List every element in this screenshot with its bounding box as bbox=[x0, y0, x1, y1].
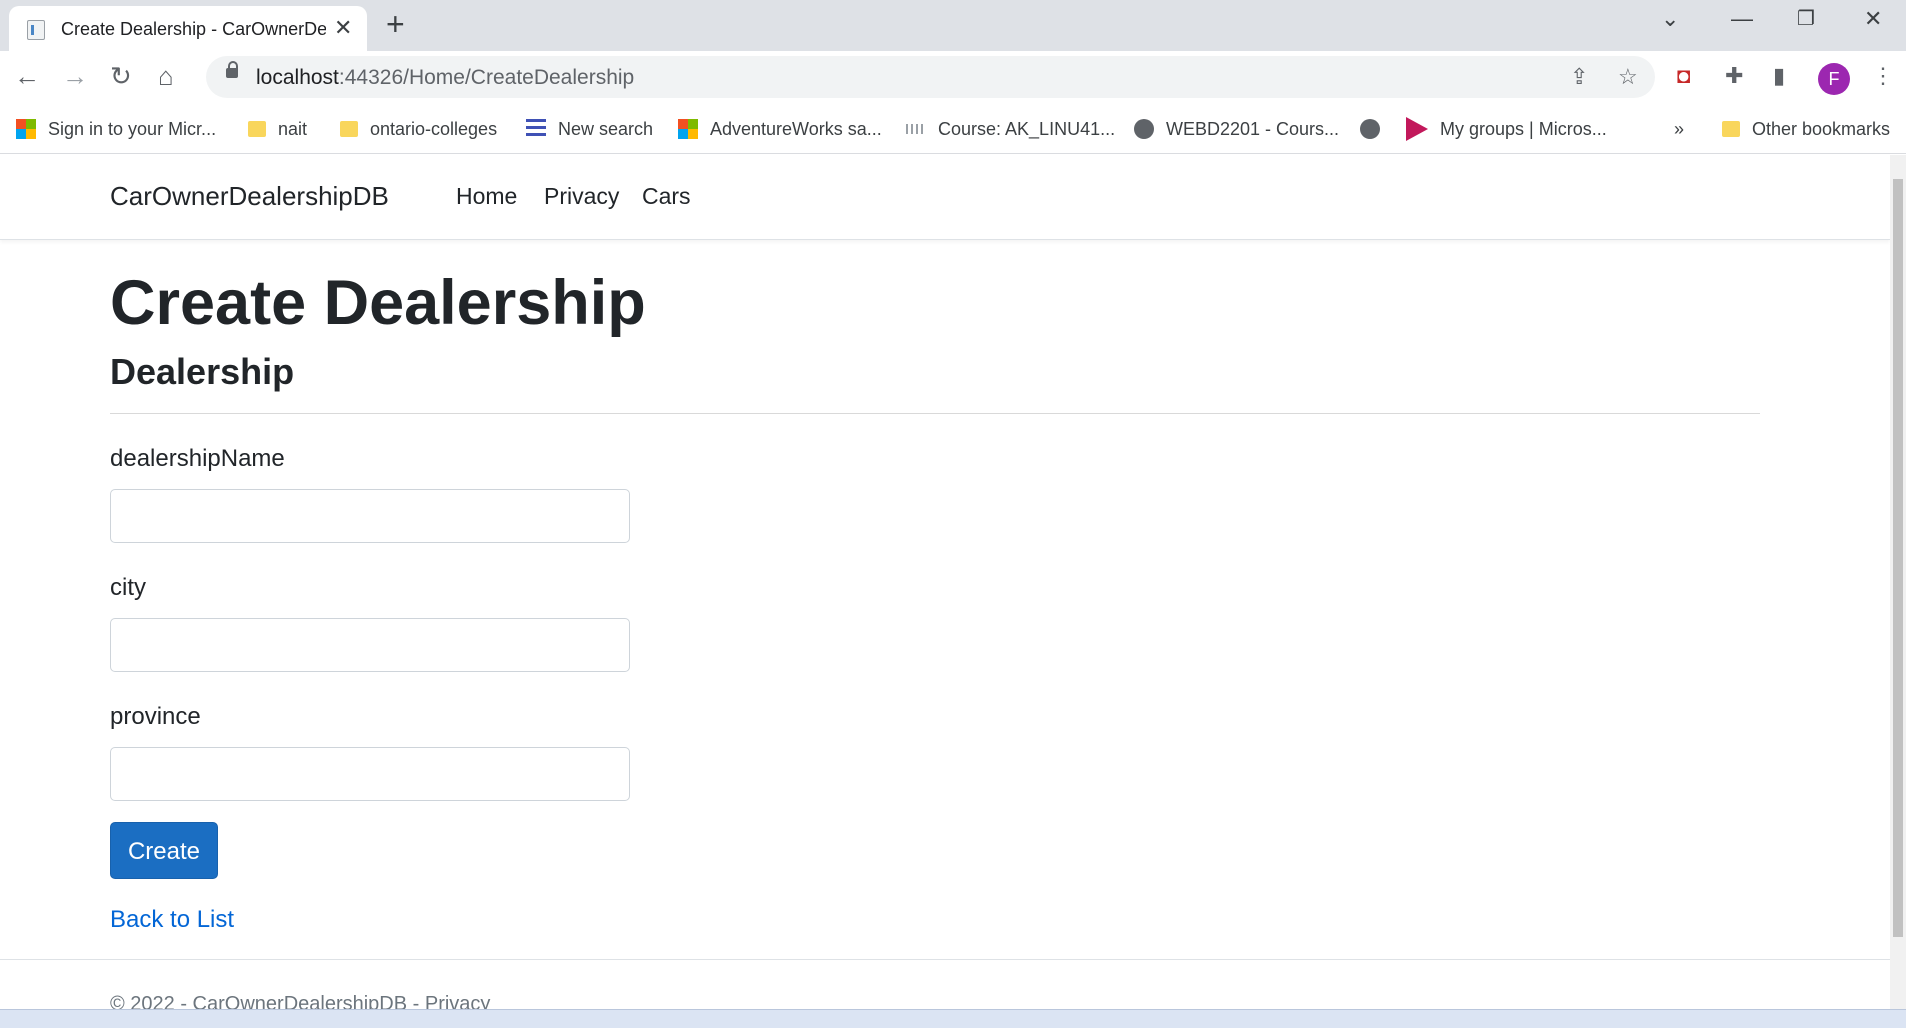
bookmark-folder[interactable]: nait bbox=[248, 116, 307, 142]
scrollbar-thumb[interactable] bbox=[1893, 179, 1903, 937]
microsoft-icon bbox=[16, 119, 36, 139]
page-favicon-icon bbox=[27, 20, 45, 40]
browser-toolbar: ← → ↻ ⌂ localhost:44326/Home/CreateDeale… bbox=[0, 51, 1906, 105]
nav-link-cars[interactable]: Cars bbox=[642, 183, 691, 210]
globe-icon bbox=[1360, 119, 1380, 139]
bookmark-label: ontario-colleges bbox=[370, 118, 498, 139]
bookmark-folder[interactable]: ontario-colleges bbox=[340, 116, 497, 142]
more-bookmarks-button[interactable]: » bbox=[1674, 116, 1684, 142]
bookmark-label: New search bbox=[558, 118, 654, 139]
share-icon[interactable]: ⇪ bbox=[1570, 64, 1588, 90]
nav-link-home[interactable]: Home bbox=[456, 183, 517, 210]
bookmarks-bar: Sign in to your Micr... nait ontario-col… bbox=[0, 105, 1906, 154]
province-label: province bbox=[110, 703, 201, 730]
microsoft-icon bbox=[678, 119, 698, 139]
tab-search-icon[interactable]: ⌄ bbox=[1661, 6, 1679, 32]
bookmark-label: Course: AK_LINU41... bbox=[938, 118, 1116, 139]
bookmark-item[interactable]: Sign in to your Micr... bbox=[16, 116, 216, 142]
site-navbar: CarOwnerDealershipDB Home Privacy Cars bbox=[0, 155, 1890, 240]
bookmark-star-icon[interactable]: ☆ bbox=[1618, 64, 1638, 90]
footer-divider bbox=[0, 959, 1890, 960]
url-path: :44326/Home/CreateDealership bbox=[338, 66, 635, 89]
bookmark-item[interactable]: WEBD2201 - Cours... bbox=[1134, 116, 1339, 142]
lock-icon[interactable] bbox=[226, 61, 238, 78]
close-tab-icon[interactable]: ✕ bbox=[334, 15, 352, 41]
page-content: CarOwnerDealershipDB Home Privacy Cars C… bbox=[0, 155, 1890, 1027]
bookmark-item[interactable] bbox=[1360, 116, 1392, 142]
bookmark-item[interactable]: Course: AK_LINU41... bbox=[906, 116, 1115, 142]
arrow-icon bbox=[1406, 117, 1428, 141]
extension-shield-icon[interactable]: ◘ bbox=[1677, 63, 1690, 89]
side-panel-icon[interactable]: ▮ bbox=[1773, 63, 1785, 89]
folder-icon bbox=[1722, 121, 1740, 137]
globe-icon bbox=[1134, 119, 1154, 139]
tab-title: Create Dealership - CarOwnerDealershipDB bbox=[61, 19, 326, 39]
dealership-name-input[interactable] bbox=[110, 489, 630, 543]
city-input[interactable] bbox=[110, 618, 630, 672]
browser-chrome: Create Dealership - CarOwnerDealershipDB… bbox=[0, 0, 1906, 155]
url-host: localhost bbox=[256, 66, 339, 89]
back-to-list-link[interactable]: Back to List bbox=[110, 906, 234, 934]
extensions-puzzle-icon[interactable]: ✚ bbox=[1725, 63, 1743, 89]
menu-kebab-icon[interactable]: ⋮ bbox=[1872, 63, 1894, 89]
reload-icon[interactable]: ↻ bbox=[110, 61, 132, 92]
bookmark-label: AdventureWorks sa... bbox=[710, 118, 882, 139]
cisco-icon bbox=[906, 124, 926, 134]
back-icon[interactable]: ← bbox=[14, 61, 40, 92]
bookmark-label: My groups | Micros... bbox=[1440, 118, 1607, 139]
create-button[interactable]: Create bbox=[110, 822, 218, 879]
bookmark-label: Sign in to your Micr... bbox=[48, 118, 217, 139]
bookmark-label: Other bookmarks bbox=[1752, 118, 1891, 139]
restore-icon[interactable]: ❐ bbox=[1797, 6, 1815, 31]
page-subtitle: Dealership bbox=[110, 351, 295, 392]
dealership-name-label: dealershipName bbox=[110, 445, 285, 472]
bookmark-item[interactable]: New search bbox=[526, 116, 653, 142]
address-bar[interactable]: localhost:44326/Home/CreateDealership ⇪ … bbox=[206, 56, 1655, 98]
bookmark-label: nait bbox=[278, 118, 308, 139]
bookmark-label: WEBD2201 - Cours... bbox=[1166, 118, 1340, 139]
divider bbox=[110, 413, 1760, 414]
search-lines-icon bbox=[526, 119, 546, 139]
url-text[interactable]: localhost:44326/Home/CreateDealership bbox=[256, 66, 634, 90]
profile-avatar[interactable]: F bbox=[1818, 63, 1850, 95]
folder-icon bbox=[340, 121, 358, 137]
nav-link-privacy[interactable]: Privacy bbox=[544, 183, 619, 210]
os-taskbar bbox=[0, 1009, 1906, 1028]
city-label: city bbox=[110, 574, 146, 601]
province-input[interactable] bbox=[110, 747, 630, 801]
folder-icon bbox=[248, 121, 266, 137]
page-scrollbar[interactable] bbox=[1890, 155, 1906, 1027]
other-bookmarks-folder[interactable]: Other bookmarks bbox=[1722, 116, 1890, 142]
minimize-icon[interactable]: — bbox=[1731, 6, 1753, 32]
new-tab-icon[interactable]: + bbox=[386, 6, 405, 43]
forward-icon[interactable]: → bbox=[62, 61, 88, 92]
bookmark-item[interactable]: AdventureWorks sa... bbox=[678, 116, 882, 142]
bookmark-item[interactable]: My groups | Micros... bbox=[1406, 116, 1607, 142]
browser-tab[interactable]: Create Dealership - CarOwnerDealershipDB… bbox=[9, 6, 367, 51]
page-title: Create Dealership bbox=[110, 268, 646, 338]
site-brand[interactable]: CarOwnerDealershipDB bbox=[110, 181, 389, 212]
home-icon[interactable]: ⌂ bbox=[158, 61, 174, 92]
tab-strip: Create Dealership - CarOwnerDealershipDB… bbox=[0, 0, 1906, 51]
close-window-icon[interactable]: ✕ bbox=[1864, 6, 1882, 32]
